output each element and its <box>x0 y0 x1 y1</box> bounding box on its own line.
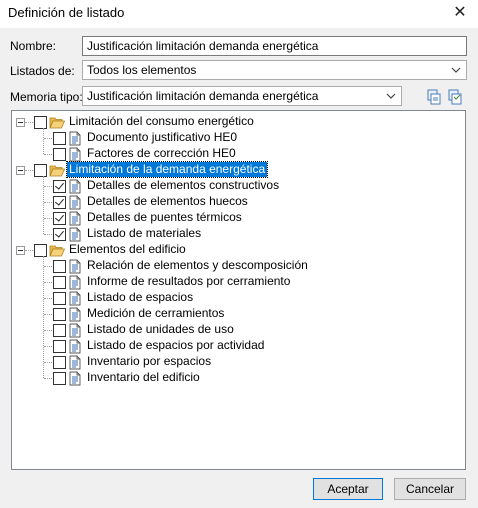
collapse-toggle-icon[interactable] <box>16 118 25 127</box>
tree-item-label[interactable]: Factores de corrección HE0 <box>85 146 238 161</box>
item-checkbox[interactable] <box>53 196 66 209</box>
item-checkbox[interactable] <box>53 276 66 289</box>
group-checkbox[interactable] <box>34 244 47 257</box>
tree-item-label[interactable]: Informe de resultados por cerramiento <box>85 274 292 289</box>
tree-connector <box>44 346 52 347</box>
document-icon <box>69 131 81 146</box>
tree-connector <box>44 266 52 267</box>
document-icon <box>69 179 81 194</box>
item-checkbox[interactable] <box>53 356 66 369</box>
tree-connector <box>44 282 52 283</box>
tree-item-label[interactable]: Listado de materiales <box>85 226 203 241</box>
accept-button[interactable]: Aceptar <box>313 478 383 500</box>
document-icon <box>69 227 81 242</box>
tree-item-label[interactable]: Listado de espacios <box>85 290 195 305</box>
item-checkbox[interactable] <box>53 228 66 241</box>
document-icon <box>69 339 81 354</box>
tree-connector <box>44 202 52 203</box>
copy-memoria-icon[interactable] <box>426 89 442 105</box>
item-checkbox[interactable] <box>53 308 66 321</box>
folder-open-icon <box>49 244 66 257</box>
document-icon <box>69 323 81 338</box>
folder-open-icon <box>49 116 66 129</box>
tree-connector <box>43 256 44 378</box>
memoria-select[interactable]: Justificación limitación demanda energét… <box>82 86 402 106</box>
collapse-toggle-icon[interactable] <box>16 166 25 175</box>
tree-connector <box>43 128 44 154</box>
tree-connector <box>44 298 52 299</box>
tree-item-label[interactable]: Documento justificativo HE0 <box>85 130 239 145</box>
window-title: Definición de listado <box>8 5 125 20</box>
item-checkbox[interactable] <box>53 148 66 161</box>
tree-group-label[interactable]: Limitación del consumo energético <box>67 114 256 129</box>
tree-item-label[interactable]: Inventario del edificio <box>85 370 202 385</box>
tree-connector <box>25 170 33 171</box>
tree-item-label[interactable]: Detalles de puentes térmicos <box>85 210 244 225</box>
tree-connector <box>44 138 52 139</box>
tree-item-label[interactable]: Detalles de elementos constructivos <box>85 178 281 193</box>
chevron-down-icon <box>386 93 396 99</box>
item-checkbox[interactable] <box>53 212 66 225</box>
listados-label: Listados de: <box>10 64 75 78</box>
document-icon <box>69 195 81 210</box>
document-icon <box>69 275 81 290</box>
item-checkbox[interactable] <box>53 180 66 193</box>
item-checkbox[interactable] <box>53 372 66 385</box>
item-checkbox[interactable] <box>53 292 66 305</box>
document-icon <box>69 147 81 162</box>
tree-item-label[interactable]: Relación de elementos y descomposición <box>85 258 310 273</box>
tree-connector <box>25 122 33 123</box>
item-checkbox[interactable] <box>53 132 66 145</box>
chevron-down-icon <box>451 67 461 73</box>
item-checkbox[interactable] <box>53 324 66 337</box>
tree-connector <box>44 314 52 315</box>
tree-connector <box>44 330 52 331</box>
close-icon[interactable]: ✕ <box>448 2 472 24</box>
tree-item-label[interactable]: Medición de cerramientos <box>85 306 226 321</box>
memoria-label: Memoria tipo: <box>10 90 83 104</box>
tree-connector <box>44 362 52 363</box>
document-icon <box>69 355 81 370</box>
tree-connector <box>43 176 44 234</box>
tree-item-label[interactable]: Inventario por espacios <box>85 354 213 369</box>
tree-item-label[interactable]: Listado de unidades de uso <box>85 322 236 337</box>
memoria-value: Justificación limitación demanda energét… <box>87 89 319 103</box>
tree-connector <box>44 154 52 155</box>
item-checkbox[interactable] <box>53 260 66 273</box>
document-icon <box>69 307 81 322</box>
tree-connector <box>44 218 52 219</box>
listados-value: Todos los elementos <box>87 63 197 77</box>
tree-item-label[interactable]: Detalles de elementos huecos <box>85 194 250 209</box>
nombre-input[interactable]: Justificación limitación demanda energét… <box>82 36 467 56</box>
document-icon <box>69 291 81 306</box>
listados-select[interactable]: Todos los elementos <box>82 60 467 80</box>
document-icon <box>69 371 81 386</box>
group-checkbox[interactable] <box>34 164 47 177</box>
title-bar: Definición de listado ✕ <box>0 0 478 28</box>
document-icon <box>69 211 81 226</box>
tree-connector <box>44 378 52 379</box>
nombre-label: Nombre: <box>10 39 57 53</box>
tree-connector <box>44 234 52 235</box>
copy-listados-icon[interactable] <box>447 89 463 105</box>
collapse-toggle-icon[interactable] <box>16 246 25 255</box>
tree-connector <box>44 186 52 187</box>
item-checkbox[interactable] <box>53 340 66 353</box>
folder-open-icon <box>49 164 66 177</box>
tree-connector <box>25 250 33 251</box>
listados-tree[interactable]: Limitación del consumo energético Documen… <box>11 110 466 470</box>
group-checkbox[interactable] <box>34 116 47 129</box>
tree-group-label[interactable]: Elementos del edificio <box>67 242 188 257</box>
cancel-button[interactable]: Cancelar <box>394 478 466 500</box>
tree-group-label[interactable]: Limitación de la demanda energética <box>65 161 269 178</box>
tree-item-label[interactable]: Listado de espacios por actividad <box>85 338 266 353</box>
document-icon <box>69 259 81 274</box>
